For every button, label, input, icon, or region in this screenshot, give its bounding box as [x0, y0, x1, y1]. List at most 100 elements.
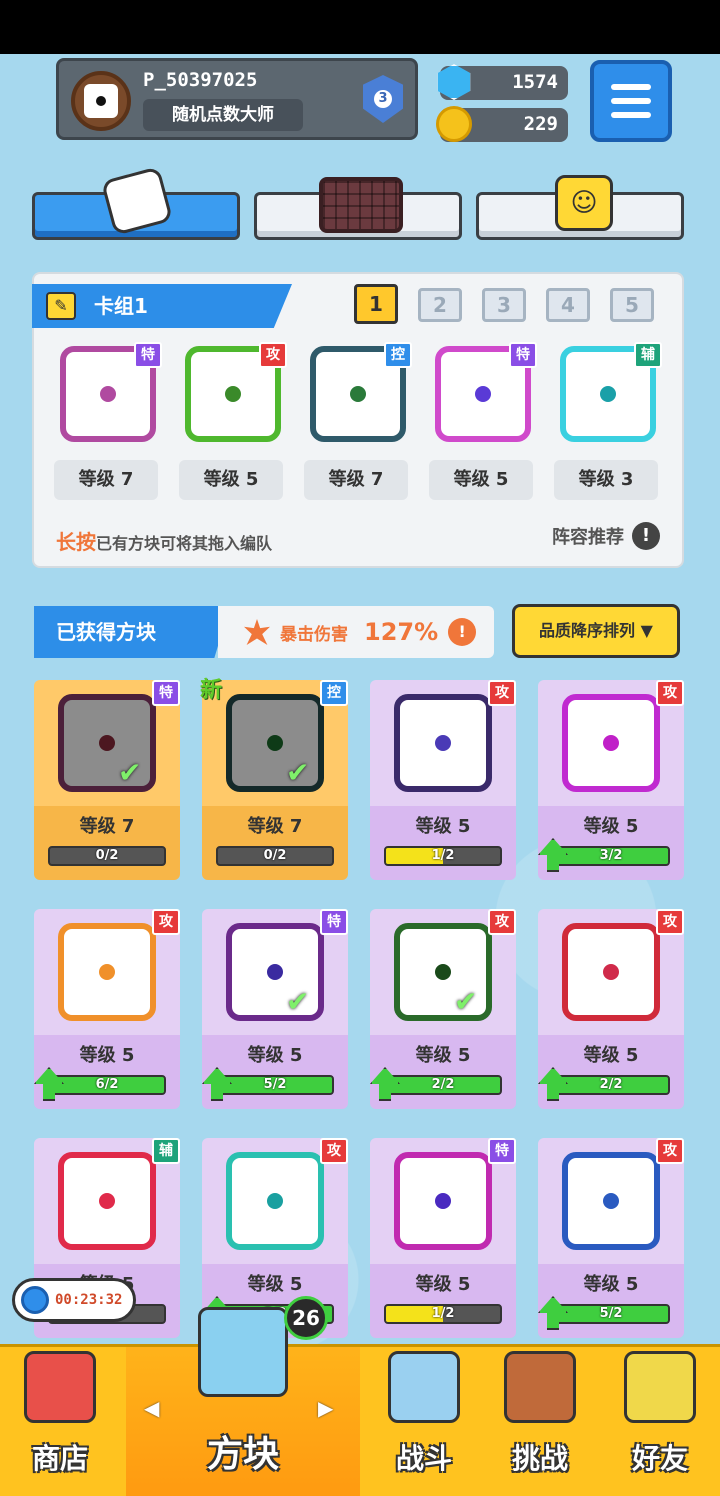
pip [267, 964, 283, 980]
progress-bar: 2/2 [552, 1075, 670, 1095]
crit-damage-box[interactable]: 暴击伤害 127% ! [218, 606, 494, 658]
progress-text: 2/2 [431, 1077, 455, 1092]
card-level: 等级 5 [79, 1045, 135, 1066]
deck-number-4[interactable]: 4 [546, 288, 590, 322]
signpost-icon [504, 1351, 576, 1423]
pip [350, 386, 366, 402]
card-level: 等级 5 [415, 1274, 471, 1295]
gem-counter[interactable]: 1574 [437, 64, 568, 100]
player-title: 随机点数大师 [143, 99, 303, 131]
info-icon[interactable]: ! [448, 618, 477, 646]
deck-slot[interactable]: 特等级 5 [427, 342, 539, 500]
pip [603, 964, 619, 980]
deck-title[interactable]: ✎ 卡组1 [32, 284, 292, 328]
sort-button[interactable]: 品质降序排列 ▼ [512, 604, 680, 658]
pip [267, 1193, 283, 1209]
progress-bar: 1/2 [384, 1304, 502, 1324]
nav-friends-label: 好友 [631, 1442, 688, 1475]
nav-friends[interactable]: 好友 [600, 1347, 720, 1496]
progress-text: 0/2 [263, 848, 287, 863]
tab-dice[interactable] [32, 166, 240, 240]
recommend-label: 阵容推荐 [552, 527, 624, 548]
deck-number-5[interactable]: 5 [610, 288, 654, 322]
owned-title: 已获得方块 [34, 606, 230, 658]
block-card[interactable]: 攻等级 5 1/2 [370, 680, 516, 880]
card-level: 等级 5 [415, 1045, 471, 1066]
card-level: 等级 5 [415, 816, 471, 837]
level-pill: 等级 5 [179, 460, 283, 500]
deck-slot[interactable]: 特等级 7 [52, 342, 164, 500]
progress-text: 0/2 [95, 848, 119, 863]
progress-bar: 6/2 [48, 1075, 166, 1095]
progress-bar: 1/2 [384, 846, 502, 866]
coin-counter[interactable]: 229 [436, 106, 568, 142]
shield-sword-icon [388, 1351, 460, 1423]
deck-hint: 长按已有方块可将其拖入编队 [56, 526, 272, 555]
card-level: 等级 5 [583, 816, 639, 837]
player-profile[interactable]: P_50397025 随机点数大师 3 [56, 58, 418, 140]
block-card[interactable]: 攻等级 5 2/2 [538, 909, 684, 1109]
deck-slot[interactable]: 攻等级 5 [177, 342, 289, 500]
deck-title-label: 卡组1 [94, 294, 148, 318]
deck-number-1[interactable]: 1 [354, 284, 398, 324]
nav-blocks[interactable]: 方块 [126, 1307, 360, 1496]
progress-text: 3/2 [599, 848, 623, 863]
block-card[interactable]: 特等级 7 0/2 ✔ [34, 680, 180, 880]
check-icon: ✔ [286, 756, 310, 789]
nav-left-arrow-icon[interactable]: ◀ [144, 1396, 159, 1420]
type-tag: 攻 [656, 1138, 684, 1164]
tab-emote[interactable]: ☺ [476, 175, 684, 240]
nav-challenge[interactable]: 挑战 [482, 1347, 598, 1496]
stopwatch-icon [21, 1286, 49, 1314]
info-icon: ! [632, 522, 660, 550]
dice-face-icon [562, 923, 660, 1021]
tab-board[interactable] [254, 177, 462, 240]
type-tag: 特 [152, 680, 180, 706]
block-card[interactable]: 攻等级 5 5/2 [538, 1138, 684, 1338]
type-tag: 辅 [634, 342, 662, 368]
deck-number-2[interactable]: 2 [418, 288, 462, 322]
pip [225, 386, 241, 402]
nav-challenge-label: 挑战 [511, 1442, 568, 1475]
block-box-icon [198, 1307, 288, 1397]
pip [99, 735, 115, 751]
coin-value: 229 [523, 113, 558, 135]
block-card[interactable]: 特等级 5 1/2 [370, 1138, 516, 1338]
pip [267, 735, 283, 751]
avatar[interactable] [71, 71, 131, 131]
deck-hint-text: 已有方块可将其拖入编队 [96, 534, 273, 553]
block-card[interactable]: 攻等级 5 2/2 ✔ [370, 909, 516, 1109]
timer[interactable]: 00:23:32 [12, 1278, 136, 1322]
card-level: 等级 5 [583, 1045, 639, 1066]
block-card[interactable]: 攻等级 5 3/2 [538, 680, 684, 880]
dice-face-icon [562, 1152, 660, 1250]
block-card[interactable]: 特等级 5 5/2 ✔ [202, 909, 348, 1109]
player-name: P_50397025 [143, 69, 258, 91]
level-pill: 等级 7 [54, 460, 158, 500]
type-tag: 攻 [488, 680, 516, 706]
nav-right-arrow-icon[interactable]: ▶ [318, 1396, 333, 1420]
pencil-icon[interactable]: ✎ [46, 292, 76, 320]
nav-battle[interactable]: 战斗 [366, 1347, 482, 1496]
deck-slot[interactable]: 控等级 7 [302, 342, 414, 500]
progress-text: 1/2 [431, 1306, 455, 1321]
type-tag: 攻 [152, 909, 180, 935]
recommend-button[interactable]: 阵容推荐 ! [552, 522, 660, 550]
deck-number-3[interactable]: 3 [482, 288, 526, 322]
progress-text: 5/2 [599, 1306, 623, 1321]
pip [600, 386, 616, 402]
rank-badge-icon[interactable]: 3 [363, 75, 403, 123]
pip [435, 964, 451, 980]
pip [475, 386, 491, 402]
progress-bar: 3/2 [552, 846, 670, 866]
block-card[interactable]: 控等级 7 0/2 ✔ 新 [200, 678, 348, 880]
nav-shop[interactable]: 商店 [0, 1347, 120, 1496]
dice-face-icon [58, 923, 156, 1021]
crit-burst-icon [244, 619, 270, 645]
deck-slot[interactable]: 辅等级 3 [552, 342, 664, 500]
dice-face-icon [562, 694, 660, 792]
hamburger-line [611, 84, 651, 90]
block-card[interactable]: 攻等级 5 6/2 [34, 909, 180, 1109]
menu-button[interactable] [590, 60, 672, 142]
card-level: 等级 5 [247, 1045, 303, 1066]
